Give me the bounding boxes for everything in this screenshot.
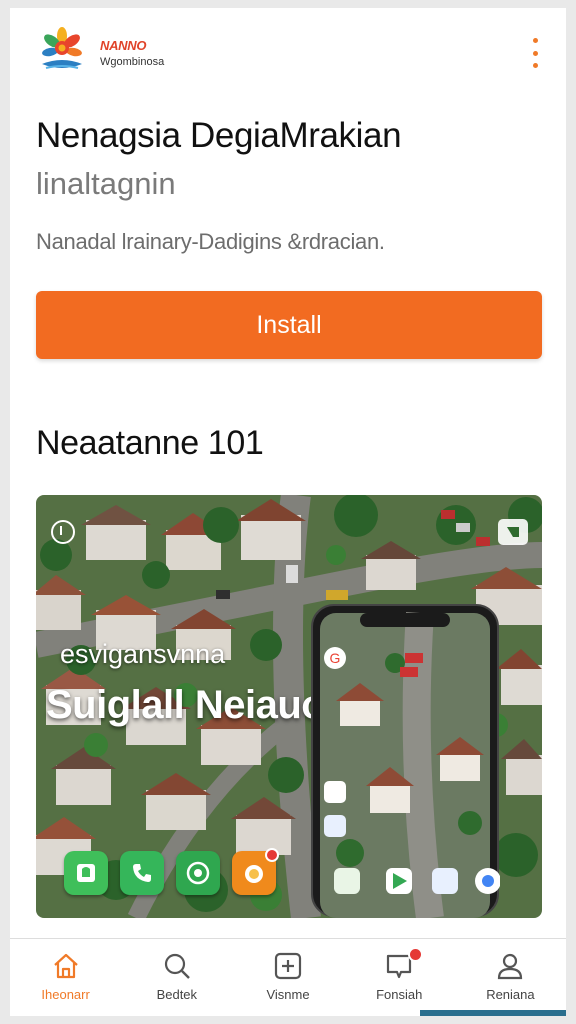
install-button[interactable]: Install <box>36 291 542 359</box>
nav-item-search[interactable]: Bedtek <box>121 939 232 1016</box>
home-indicator <box>420 1010 566 1016</box>
menu-dot <box>532 63 538 68</box>
app-icon-row <box>64 848 279 895</box>
search-icon <box>164 953 190 979</box>
profile-icon <box>498 953 523 980</box>
hero-title: Suiglall Neiauon <box>46 683 350 727</box>
hero-tagline: esvigansvnna <box>60 639 226 669</box>
app-header: NANNO Wgombinosa <box>10 8 566 98</box>
menu-dot <box>532 38 538 43</box>
home-icon <box>53 953 78 979</box>
app-title: Nenagsia DegiaMrakian <box>36 116 402 155</box>
phone-app-icon[interactable] <box>120 851 164 895</box>
brand-subtitle: Wgombinosa <box>100 56 165 68</box>
menu-dot <box>532 50 538 56</box>
nav-item-home[interactable]: Iheonarr <box>10 939 121 1016</box>
contacts-app-icon[interactable] <box>64 851 108 895</box>
nav-label-chat: Fonsiah <box>376 987 423 1002</box>
nav-item-chat[interactable]: Fonsiah <box>344 939 455 1016</box>
nav-label-profile: Reniana <box>486 987 535 1002</box>
phone-mockup: G <box>310 603 500 918</box>
add-icon <box>274 952 302 980</box>
bottom-navigation: Iheonarr Bedtek Visnme Fonsiah Reniana <box>10 938 566 1016</box>
svg-text:G: G <box>330 650 341 666</box>
app-subtitle: linaltagnin <box>36 166 176 201</box>
kebab-menu-icon[interactable] <box>530 38 540 68</box>
notification-badge <box>265 848 279 862</box>
video-icon[interactable] <box>498 519 528 545</box>
app-store-screen: NANNO Wgombinosa Nenagsia DegiaMrakian l… <box>10 8 566 1016</box>
nav-label-search: Bedtek <box>156 987 198 1002</box>
section-title: Neaatanne 101 <box>36 424 264 462</box>
nav-label-home: Iheonarr <box>41 987 90 1002</box>
whatsapp-app-icon[interactable] <box>176 851 220 895</box>
nav-item-add[interactable]: Visnme <box>232 939 343 1016</box>
brand: NANNO Wgombinosa <box>100 38 164 68</box>
nav-item-profile[interactable]: Reniana <box>455 939 566 1016</box>
hero-screenshot[interactable]: esvigansvnna Suiglall Neiauon G <box>36 495 542 918</box>
nav-label-add: Visnme <box>266 987 310 1002</box>
back-circle-icon[interactable] <box>50 519 76 545</box>
notification-badge <box>408 947 424 962</box>
brand-name: NANNO <box>100 38 147 53</box>
app-description: Nanadal lrainary-Dadigins &rdracian. <box>36 229 385 254</box>
camera-app-icon[interactable] <box>232 848 279 895</box>
sunflower-logo-icon[interactable] <box>36 26 88 78</box>
